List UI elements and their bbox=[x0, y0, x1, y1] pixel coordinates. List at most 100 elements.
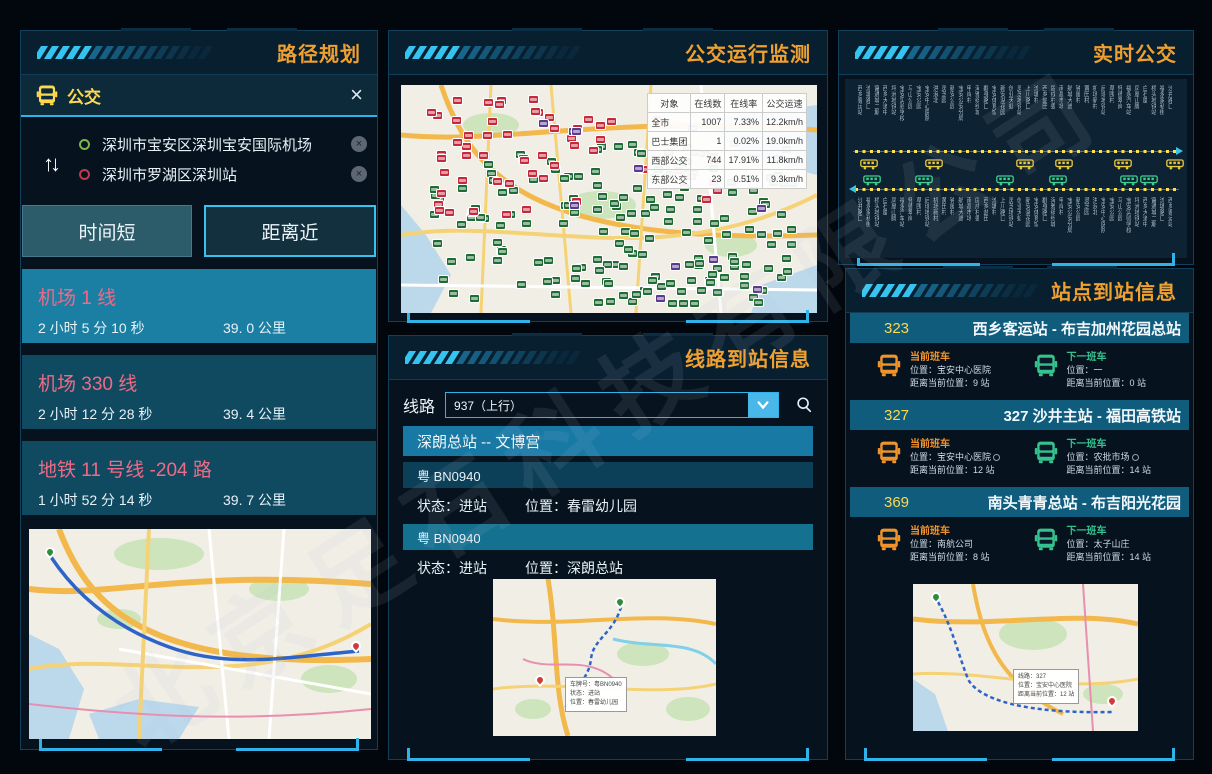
station-arrival-map[interactable]: 线路：327位置：宝安中心医院距离当前位置：12 站 bbox=[913, 584, 1138, 731]
line-number: 327 bbox=[858, 407, 948, 424]
stop-label: 马山公园 bbox=[905, 85, 912, 109]
bus-plate-row[interactable]: 粤 BN0940 bbox=[403, 462, 813, 488]
search-icon[interactable] bbox=[795, 396, 813, 414]
table-row: 全市10077.33%12.2km/h bbox=[648, 113, 807, 132]
slash-decoration-icon bbox=[862, 284, 1038, 298]
stop-label: 西乡客运站 bbox=[855, 85, 862, 115]
bus-marker-icon bbox=[519, 156, 530, 165]
next-bus-icon bbox=[1033, 525, 1059, 564]
stop-label: 流塘村 bbox=[989, 197, 996, 215]
stop-label: 坪洲地铁站 bbox=[889, 85, 896, 115]
stop-label: 坪洲地铁站 bbox=[1132, 197, 1139, 227]
stop-label: 宝安公园 bbox=[1107, 197, 1114, 221]
bus-marker-icon bbox=[492, 256, 503, 265]
sort-by-distance-button[interactable]: 距离近 bbox=[204, 205, 376, 257]
stop-label: 沙井路口 bbox=[1165, 85, 1172, 109]
bus-marker-icon bbox=[637, 250, 648, 259]
bus-marker-icon bbox=[670, 262, 681, 271]
table-cell: 1007 bbox=[691, 113, 725, 132]
bus-marker-icon bbox=[559, 174, 570, 183]
destination-row[interactable]: 深圳市罗湖区深圳站 × bbox=[79, 159, 367, 189]
current-bus-icon bbox=[876, 525, 902, 564]
origin-row[interactable]: 深圳市宝安区深圳宝安国际机场 × bbox=[79, 129, 367, 159]
stop-label: 新安公园 bbox=[1073, 197, 1080, 221]
bus-monitor-map[interactable]: 对象在线数在线率公交运速全市10077.33%12.2km/h巴士集团10.02… bbox=[401, 85, 817, 313]
route-name: 机场 330 线 bbox=[38, 369, 360, 396]
mode-label: 公交 bbox=[67, 83, 350, 108]
stop-label: 草围村 bbox=[914, 197, 921, 215]
bus-marker-icon bbox=[766, 240, 777, 249]
line-select-dropdown[interactable]: 937（上行） bbox=[445, 392, 779, 418]
table-cell: 0.51% bbox=[725, 170, 763, 189]
bus-position: 位置：春雷幼儿园 bbox=[525, 496, 637, 516]
current-bus-info: 当前班车位置：宝安中心医院距离当前位置：12 站 bbox=[876, 438, 1033, 477]
bus-marker-icon bbox=[580, 279, 591, 288]
panel-title: 线路到站信息 bbox=[685, 343, 811, 372]
stop-label: 西乡大道中 bbox=[880, 85, 887, 115]
bus-marker-icon bbox=[603, 279, 614, 288]
bus-marker-icon bbox=[569, 201, 580, 210]
bus-plate-row[interactable]: 粤 BN0940 bbox=[403, 524, 813, 550]
bus-marker-icon bbox=[782, 267, 793, 276]
station-card-header[interactable]: 323西乡客运站 - 布吉加州花园总站 bbox=[850, 313, 1189, 343]
remove-origin-icon[interactable]: × bbox=[351, 136, 367, 152]
route-line-up bbox=[853, 149, 1179, 154]
bus-marker-icon bbox=[494, 100, 505, 109]
direction-arrow-icon bbox=[849, 185, 856, 193]
station-card-header[interactable]: 369南头青青总站 - 布吉阳光花园 bbox=[850, 487, 1189, 517]
table-cell: 全市 bbox=[648, 113, 691, 132]
bus-marker-icon bbox=[595, 121, 606, 130]
stop-label: 黄田村 bbox=[1082, 85, 1089, 103]
bus-marker-icon bbox=[549, 161, 560, 170]
realtime-route-view[interactable]: 西乡客运站流塘路口富通城二期西乡大道中坪洲地铁站宝安实验学校马山公园宝安公园宝安… bbox=[845, 79, 1187, 258]
bus-marker-icon bbox=[446, 257, 457, 266]
route-planning-map[interactable] bbox=[29, 529, 371, 739]
remove-destination-icon[interactable]: × bbox=[351, 166, 367, 182]
chevron-down-icon[interactable] bbox=[748, 393, 778, 417]
stop-label: 白石厦 bbox=[880, 197, 887, 215]
stop-label: 南昌市场 bbox=[964, 197, 971, 221]
bus-marker-icon bbox=[538, 119, 549, 128]
line-arrival-map[interactable]: 车牌号：粤BN0940状态：进站位置：春雷幼儿园 bbox=[493, 579, 716, 736]
bus-marker-icon bbox=[676, 287, 687, 296]
route-option-1[interactable]: 机场 1 线 2 小时 5 分 10 秒39. 0 公里 bbox=[22, 269, 376, 343]
stop-label: 航城大道 bbox=[1065, 85, 1072, 109]
bus-marker-icon bbox=[631, 290, 642, 299]
bus-marker-icon bbox=[543, 256, 554, 265]
bus-marker-icon bbox=[642, 287, 653, 296]
bus-marker-icon bbox=[739, 281, 750, 290]
slash-decoration-icon bbox=[855, 46, 1031, 60]
realtime-bus-icon bbox=[996, 173, 1014, 184]
table-cell: 1 bbox=[691, 132, 725, 151]
swap-od-icon[interactable]: ↑↓ bbox=[43, 151, 57, 177]
bus-marker-icon bbox=[497, 188, 508, 197]
stop-label: 甲岸村 bbox=[964, 85, 971, 103]
bus-marker-icon bbox=[674, 193, 685, 202]
bus-marker-icon bbox=[701, 195, 712, 204]
bus-marker-icon bbox=[647, 276, 658, 285]
stop-label: 白石厦 bbox=[1140, 85, 1147, 103]
station-card-header[interactable]: 327327 沙井主站 - 福田高铁站 bbox=[850, 400, 1189, 430]
bus-marker-icon bbox=[613, 142, 624, 151]
route-option-3[interactable]: 地铁 11 号线 -204 路 1 小时 52 分 14 秒39. 7 公里 bbox=[22, 441, 376, 515]
bus-marker-icon bbox=[550, 290, 561, 299]
bus-marker-icon bbox=[629, 229, 640, 238]
bus-marker-icon bbox=[692, 205, 703, 214]
current-bus-icon bbox=[876, 438, 902, 477]
bus-marker-icon bbox=[590, 167, 601, 176]
route-option-2[interactable]: 机场 330 线 2 小时 12 分 28 秒39. 4 公里 bbox=[22, 355, 376, 429]
table-cell: 12.2km/h bbox=[762, 113, 806, 132]
realtime-bus-icon bbox=[1055, 157, 1073, 168]
bus-marker-icon bbox=[452, 138, 463, 147]
sort-by-time-button[interactable]: 时间短 bbox=[22, 205, 192, 257]
line-number: 323 bbox=[858, 320, 948, 337]
stop-label: 西乡客运站 bbox=[1165, 197, 1172, 227]
bus-marker-icon bbox=[573, 172, 584, 181]
stop-label: 草围村 bbox=[1107, 85, 1114, 103]
close-icon[interactable]: × bbox=[350, 85, 363, 105]
bus-marker-icon bbox=[434, 206, 445, 215]
current-bus-info: 当前班车位置：南航公司距离当前位置：8 站 bbox=[876, 525, 1033, 564]
stop-label: 后瑞地铁站 bbox=[922, 197, 929, 227]
stop-label: 凤凰山脚 bbox=[889, 197, 896, 221]
selected-line-route[interactable]: 深朗总站 -- 文博宫 bbox=[403, 426, 813, 456]
